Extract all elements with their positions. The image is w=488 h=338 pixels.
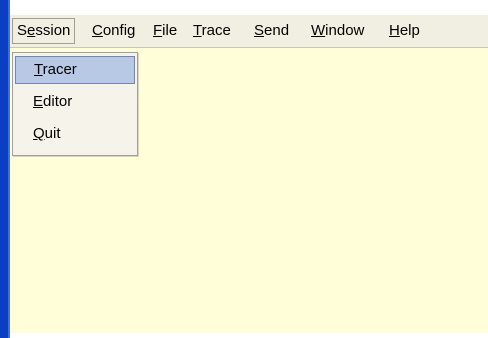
- menu-window[interactable]: Window: [307, 18, 368, 44]
- menu-mnemonic: T: [193, 22, 202, 39]
- menu-config[interactable]: Config: [88, 18, 139, 44]
- session-dropdown-menu: Tracer Editor Quit: [12, 52, 138, 156]
- menu-label-part: uit: [44, 125, 61, 142]
- menu-label-part: ssion: [35, 22, 71, 39]
- menu-mnemonic: H: [389, 22, 400, 39]
- menu-label-part: ditor: [43, 93, 73, 110]
- menu-bar: Session Config File Trace Send Window He…: [10, 14, 488, 48]
- menu-item-quit[interactable]: Quit: [15, 120, 135, 148]
- menu-mnemonic: W: [311, 22, 326, 39]
- menu-label-part: racer: [42, 61, 77, 78]
- menu-label-part: S: [17, 22, 28, 39]
- window-bottom-edge: [10, 333, 488, 338]
- menu-label-part: onfig: [102, 22, 136, 39]
- menu-item-tracer[interactable]: Tracer: [15, 56, 135, 84]
- menu-mnemonic: T: [34, 61, 43, 78]
- menu-mnemonic: Q: [33, 125, 45, 142]
- menu-send[interactable]: Send: [250, 18, 293, 44]
- menu-label-part: elp: [399, 22, 420, 39]
- window-frame-left: [0, 0, 8, 338]
- menu-trace[interactable]: Trace: [189, 18, 235, 44]
- menu-item-editor[interactable]: Editor: [15, 88, 135, 116]
- menu-label-part: ile: [162, 22, 178, 39]
- menu-help[interactable]: Help: [385, 18, 424, 44]
- menu-file[interactable]: File: [149, 18, 181, 44]
- menu-label-part: race: [201, 22, 231, 39]
- menu-label-part: indow: [325, 22, 365, 39]
- application-window: Session Config File Trace Send Window He…: [0, 0, 488, 338]
- menu-mnemonic: S: [254, 22, 265, 39]
- menu-session[interactable]: Session: [12, 18, 76, 44]
- menu-mnemonic: F: [153, 22, 163, 39]
- menu-mnemonic: C: [92, 22, 103, 39]
- menu-label-part: end: [264, 22, 290, 39]
- menu-mnemonic: E: [33, 93, 44, 110]
